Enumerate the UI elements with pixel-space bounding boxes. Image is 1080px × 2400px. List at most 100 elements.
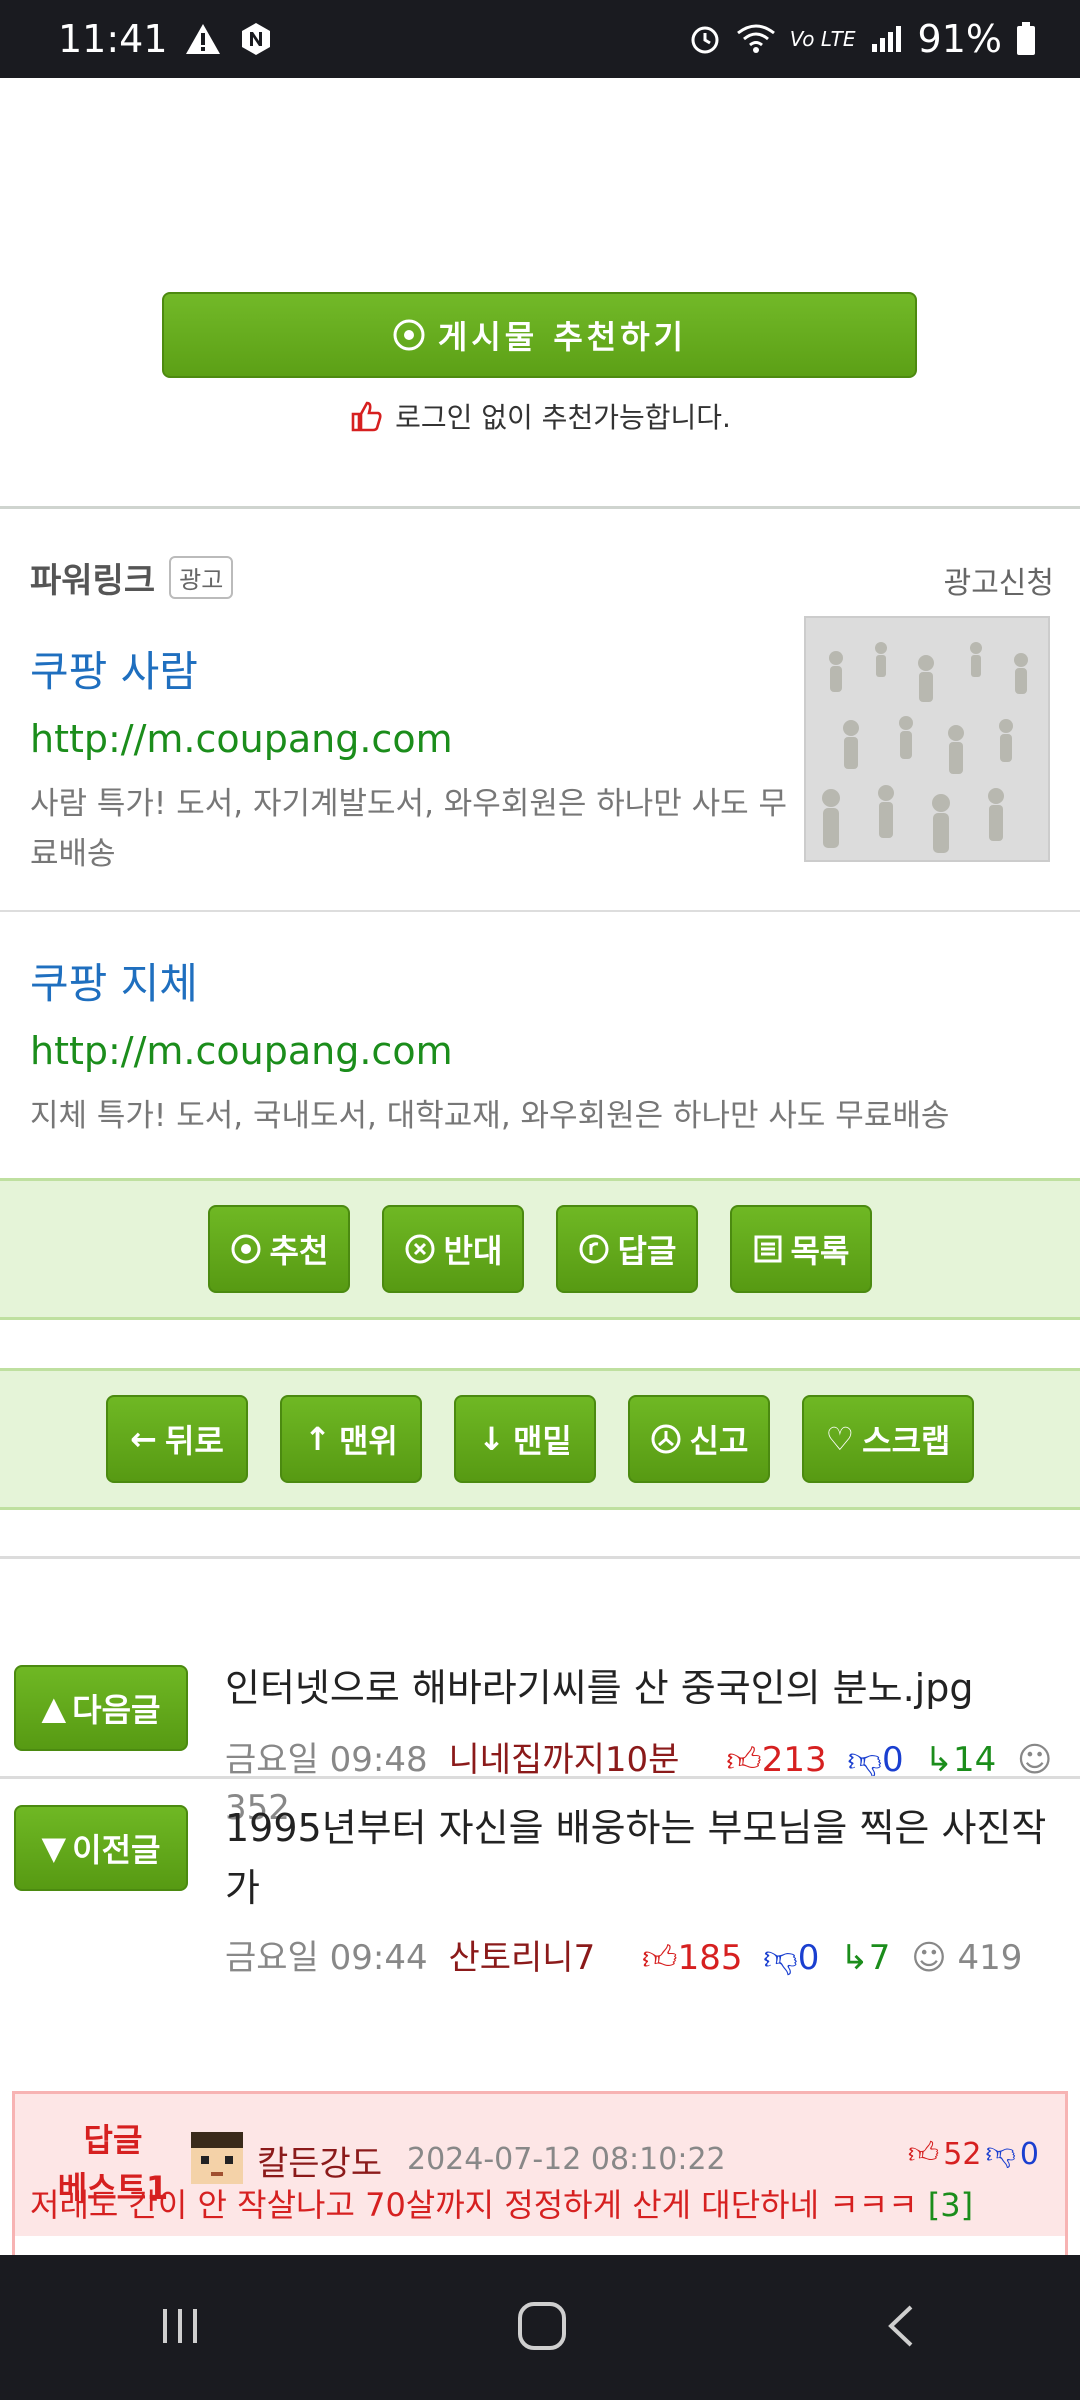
prev-post-title[interactable]: 1995년부터 자신을 배웅하는 부모님을 찍은 사진작 가 <box>225 1798 1055 1918</box>
best-reply-votes: 👍︎ 52 👎︎ 0 <box>908 2136 1039 2172</box>
report-label: 신고 <box>689 1422 749 1460</box>
signal-icon <box>870 24 904 54</box>
bottom-label: 맨밑 <box>512 1422 572 1460</box>
best-reply-downvotes: 0 <box>1019 2136 1039 2172</box>
post-upvotes: 213 <box>761 1740 827 1780</box>
back-button[interactable]: ← 뒤로 <box>106 1395 248 1483</box>
recommend-post-button[interactable]: 게시물 추천하기 <box>162 292 917 378</box>
prev-post-title-line2: 가 <box>225 1866 260 1910</box>
next-post-button[interactable]: ▲ 다음글 <box>14 1665 188 1751</box>
list-button[interactable]: 목록 <box>730 1205 872 1293</box>
best-reply-upvotes: 52 <box>943 2136 982 2172</box>
ad-divider <box>0 910 1080 912</box>
status-time: 11:41 <box>58 17 168 61</box>
next-post-label: 다음글 <box>72 1691 161 1729</box>
ad-description: 사람 특가! 도서, 자기계발도서, 와우회원은 하나만 사도 무료배송 <box>30 786 788 872</box>
ad-item-1[interactable]: 쿠팡 사람 http://m.coupang.com 사람 특가! 도서, 자기… <box>30 638 790 879</box>
heart-icon: ♡ <box>825 1420 855 1458</box>
oppose-button[interactable]: 반대 <box>382 1205 524 1293</box>
target-icon <box>393 319 425 351</box>
post-replies: 7 <box>868 1938 891 1978</box>
home-icon[interactable] <box>514 2298 570 2358</box>
ad-apply-link[interactable]: 광고신청 <box>944 558 1054 602</box>
powerlink-header: 파워링크 광고 <box>30 553 234 602</box>
battery-percent: 91% <box>917 17 1002 61</box>
reply-arrow-icon: ↳ <box>840 1938 869 1978</box>
recommend-button[interactable]: 추천 <box>208 1205 350 1293</box>
arrow-left-icon: ← <box>130 1420 157 1458</box>
ad-url[interactable]: http://m.coupang.com <box>30 717 790 761</box>
ad-title[interactable]: 쿠팡 사람 <box>30 638 790 699</box>
best-reply-comment[interactable]: 저래도 간이 안 작살나고 70살까지 정정하게 산게 대단하네 ㅋㅋㅋ [3] <box>30 2180 973 2226</box>
post-time: 금요일 09:44 <box>225 1938 428 1978</box>
status-bar: 11:41 Vo LTE 91% <box>0 0 1080 78</box>
best-reply-body-area <box>15 2236 1065 2255</box>
section-divider <box>0 506 1080 509</box>
thumbs-up-icon: 👍︎ <box>642 1938 678 1978</box>
avatar[interactable] <box>187 2128 247 2188</box>
ad-thumbnail-image[interactable] <box>804 616 1050 862</box>
prev-post-title-line1: 1995년부터 자신을 배웅하는 부모님을 찍은 사진작 <box>225 1806 1047 1850</box>
ad-item-2[interactable]: 쿠팡 지체 http://m.coupang.com 지체 특가! 도서, 국내… <box>30 950 1060 1141</box>
ad-description: 지체 특가! 도서, 국내도서, 대학교재, 와우회원은 하나만 사도 무료배송 <box>30 1098 950 1134</box>
report-icon <box>651 1424 681 1454</box>
system-navigation-bar <box>0 2255 1080 2400</box>
scrap-button[interactable]: ♡ 스크랩 <box>802 1395 974 1483</box>
post-action-bar: 추천 반대 답글 목록 <box>0 1178 1080 1320</box>
prev-post-label: 이전글 <box>72 1831 161 1869</box>
views-icon: ☺ <box>911 1938 947 1978</box>
best-reply-comment-text: 저래도 간이 안 작살나고 70살까지 정정하게 산게 대단하네 ㅋㅋㅋ <box>30 2186 918 2224</box>
post-author[interactable]: 니네집까지10분 <box>448 1740 679 1780</box>
arrow-up-icon: ↑ <box>304 1420 331 1458</box>
recent-apps-icon[interactable] <box>155 2301 205 2355</box>
notification-n-icon <box>238 21 274 57</box>
back-label: 뒤로 <box>164 1422 224 1460</box>
powerlink-title: 파워링크 <box>30 561 156 601</box>
best-reply-card: 답글 베스트1 칼든강도 2024-07-12 08:10:22 👍︎ 52 👎… <box>12 2091 1068 2255</box>
post-time: 금요일 09:48 <box>225 1740 428 1780</box>
best-reply-nickname[interactable]: 칼든강도 <box>257 2136 382 2185</box>
reply-label: 답글 <box>617 1232 677 1270</box>
recommend-label: 추천 <box>269 1232 329 1270</box>
reply-button[interactable]: 답글 <box>556 1205 698 1293</box>
ad-badge: 광고 <box>169 556 234 599</box>
wifi-icon <box>736 23 776 55</box>
thumbs-up-icon <box>351 401 382 432</box>
next-post-title[interactable]: 인터넷으로 해바라기씨를 산 중국인의 분노.jpg <box>225 1658 973 1718</box>
post-author[interactable]: 산토리니7 <box>448 1938 595 1978</box>
alarm-icon <box>688 22 722 56</box>
best-reply-label-line1: 답글 <box>83 2121 143 2159</box>
thumbs-up-icon: 👍︎ <box>726 1740 762 1780</box>
recommend-post-label: 게시물 추천하기 <box>437 318 688 356</box>
arrow-down-icon: ↓ <box>478 1420 505 1458</box>
battery-icon <box>1016 22 1036 56</box>
ad-url[interactable]: http://m.coupang.com <box>30 1029 1060 1073</box>
recommend-section: 게시물 추천하기 로그인 없이 추천가능합니다. <box>0 78 1080 508</box>
triangle-up-icon: ▲ <box>41 1689 67 1727</box>
scrap-label: 스크랩 <box>862 1422 951 1460</box>
prev-post-button[interactable]: ▼ 이전글 <box>14 1805 188 1891</box>
report-button[interactable]: 신고 <box>628 1395 770 1483</box>
views-icon: ☺ <box>1017 1740 1053 1780</box>
page-content: 게시물 추천하기 로그인 없이 추천가능합니다. 파워링크 광고 광고신청 쿠팡… <box>0 78 1080 2255</box>
best-reply-comment-count: [3] <box>927 2186 974 2224</box>
back-icon[interactable] <box>879 2301 925 2355</box>
oppose-label: 반대 <box>443 1232 503 1270</box>
top-button[interactable]: ↑ 맨위 <box>280 1395 422 1483</box>
bottom-button[interactable]: ↓ 맨밑 <box>454 1395 596 1483</box>
post-replies: 14 <box>952 1740 997 1780</box>
ad-title[interactable]: 쿠팡 지체 <box>30 950 1060 1011</box>
reply-arrow-icon: ↳ <box>924 1740 953 1780</box>
thumbs-down-icon[interactable]: 👎︎ <box>985 2136 1015 2172</box>
post-views: 419 <box>957 1938 1023 1978</box>
post-downvotes: 0 <box>797 1938 820 1978</box>
post-downvotes: 0 <box>881 1740 904 1780</box>
thumbs-up-icon[interactable]: 👍︎ <box>908 2136 939 2172</box>
list-label: 목록 <box>790 1232 850 1270</box>
recommend-note: 로그인 없이 추천가능합니다. <box>0 396 1080 436</box>
list-icon <box>754 1235 782 1263</box>
reply-r-icon <box>579 1234 609 1264</box>
x-circle-icon <box>405 1234 435 1264</box>
thumbs-down-icon: 👎︎ <box>847 1740 882 1780</box>
triangle-down-icon: ▼ <box>41 1829 67 1867</box>
